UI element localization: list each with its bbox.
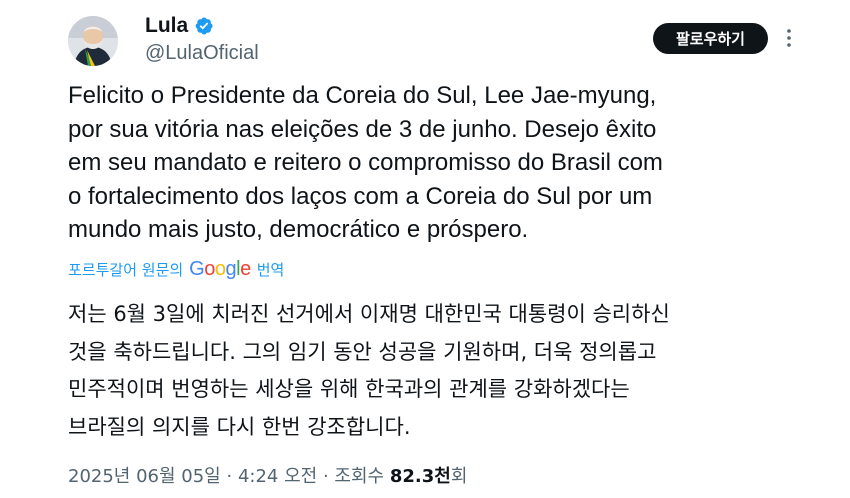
meta-separator: · bbox=[322, 466, 329, 487]
tweet-text-line: por sua vitória nas eleições de 3 de jun… bbox=[68, 115, 657, 143]
follow-button[interactable]: 팔로우하기 bbox=[653, 23, 768, 54]
tweet-text-line: em seu mandato e reitero o compromisso d… bbox=[68, 149, 663, 176]
tweet-text-line: Felicito o Presidente da Coreia do Sul, … bbox=[68, 82, 657, 109]
meta-separator: · bbox=[226, 466, 233, 487]
tweet-date[interactable]: 2025년 06월 05일 bbox=[68, 466, 221, 487]
translated-text-line: 것을 축하드립니다. 그의 임기 동안 성공을 기원하며, 더욱 정의롭고 bbox=[68, 339, 657, 364]
translation-attribution-link[interactable]: 포르투갈어 원문의 Google 번역 bbox=[68, 258, 284, 281]
author-handle[interactable]: @LulaOficial bbox=[145, 42, 259, 65]
verified-badge-icon bbox=[194, 16, 214, 36]
tweet-text-line: o fortalecimento dos laços com a Coreia … bbox=[68, 182, 653, 210]
more-options-icon[interactable] bbox=[780, 26, 798, 50]
google-logo: Google bbox=[189, 258, 251, 280]
translated-text-line: 저는 6월 3일에 치러진 선거에서 이재명 대한민국 대통령이 승리하신 bbox=[68, 302, 670, 326]
tweet-text-line: mundo mais justo, democrático e próspero… bbox=[68, 216, 529, 243]
translated-text-line: 브라질의 의지를 다시 한번 강조합니다. bbox=[68, 414, 411, 439]
translation-suffix: 번역 bbox=[256, 261, 285, 279]
views-count: 82.3천 bbox=[389, 466, 451, 487]
tweet-text: Felicito o Presidente da Coreia do Sul, … bbox=[68, 79, 788, 247]
translation-prefix: 포르투갈어 원문의 bbox=[68, 261, 184, 279]
translated-text-line: 민주적이며 번영하는 세상을 위해 한국과의 관계를 강화하겠다는 bbox=[68, 377, 630, 401]
author-name[interactable]: Lula bbox=[145, 14, 188, 38]
author-name-row: Lula bbox=[145, 14, 214, 38]
tweet-time[interactable]: 4:24 오전 bbox=[238, 466, 317, 487]
views-label: 조회수 bbox=[334, 466, 385, 487]
avatar[interactable] bbox=[68, 16, 118, 66]
translated-text: 저는 6월 3일에 치러진 선거에서 이재명 대한민국 대통령이 승리하신 것을… bbox=[68, 296, 788, 446]
views-suffix: 회 bbox=[450, 466, 468, 487]
tweet-meta: 2025년 06월 05일 · 4:24 오전 · 조회수 82.3천회 bbox=[68, 462, 467, 488]
